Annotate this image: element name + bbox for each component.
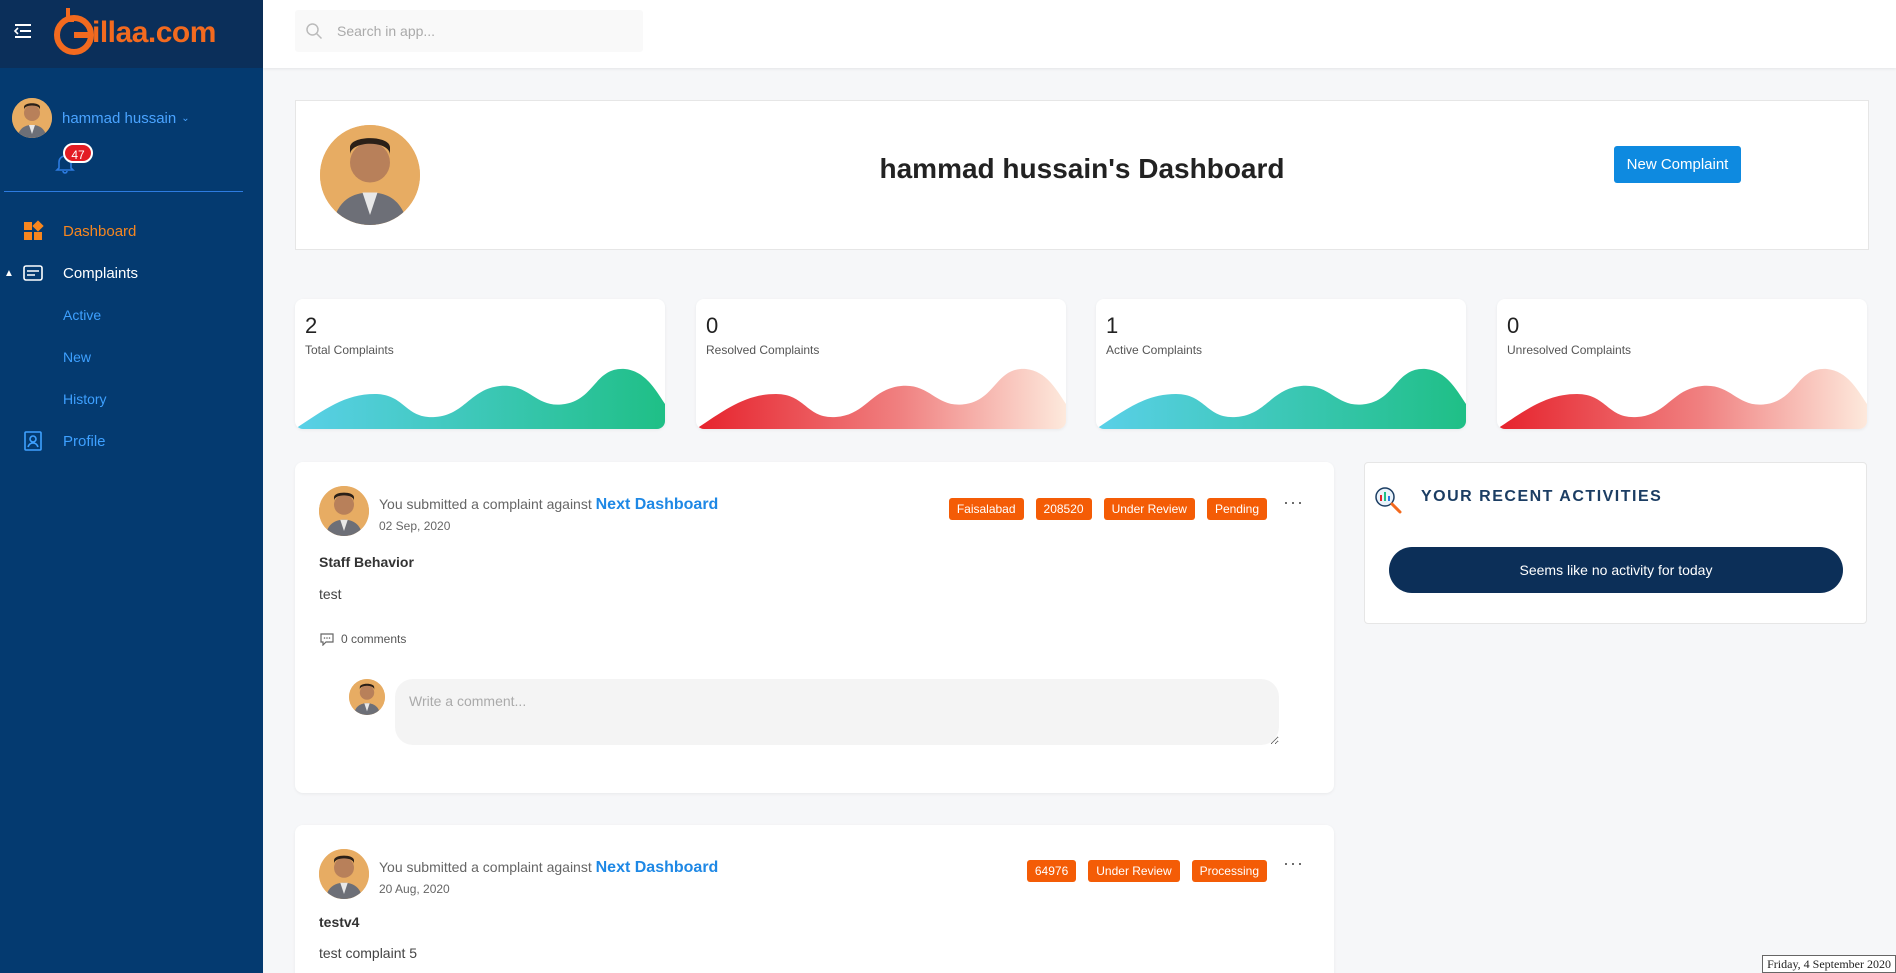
tag-city: Faisalabad <box>948 498 1024 520</box>
tag-review-status: Under Review <box>1103 498 1195 520</box>
chevron-down-icon: ⌄ <box>181 112 190 124</box>
sidebar-item-profile[interactable]: Profile <box>0 420 263 462</box>
sidebar-item-label: Dashboard <box>63 222 137 240</box>
tag-review-status: Under Review <box>1088 860 1180 882</box>
avatar <box>319 849 369 899</box>
complaint-card: You submitted a complaint against Next D… <box>295 462 1334 793</box>
complaints-icon <box>23 265 43 281</box>
search-box[interactable] <box>295 10 643 52</box>
stat-card-resolved: 0 Resolved Complaints <box>696 299 1066 429</box>
search-icon <box>306 23 323 40</box>
search-input[interactable] <box>337 23 627 39</box>
stat-wave-decoration <box>1497 368 1867 429</box>
stat-card-active: 1 Active Complaints <box>1096 299 1466 429</box>
profile-icon <box>24 431 42 451</box>
complaint-meta: You submitted a complaint against Next D… <box>379 859 718 877</box>
activities-title: YOUR RECENT ACTIVITIES <box>1421 488 1663 505</box>
comments-count[interactable]: 0 comments <box>319 632 406 646</box>
stat-wave-decoration <box>1096 368 1466 429</box>
sidebar-item-new[interactable]: New <box>0 336 263 378</box>
sidebar-item-complaints[interactable]: ▲ Complaints <box>0 252 263 294</box>
no-activity-message: Seems like no activity for today <box>1389 547 1843 593</box>
sidebar-item-label: Complaints <box>63 264 139 282</box>
complaint-date: 20 Aug, 2020 <box>379 882 450 896</box>
sidebar: illaa.com hammad hussain ⌄ 47 Dashboard … <box>0 0 263 973</box>
stat-wave-decoration <box>696 368 1066 429</box>
user-avatar <box>12 98 52 138</box>
avatar <box>319 486 369 536</box>
complaint-prefix: You submitted a complaint against <box>379 496 592 512</box>
complaint-subject: testv4 <box>319 914 360 930</box>
system-date: Friday, 4 September 2020 <box>1762 955 1896 973</box>
dashboard-icon <box>24 220 44 240</box>
activity-search-icon <box>1375 487 1402 514</box>
complaint-tags: Faisalabad 208520 Under Review Pending <box>948 498 1267 520</box>
comments-count-label: 0 comments <box>341 632 407 646</box>
stat-value: 0 <box>1507 313 1520 338</box>
sidebar-item-history[interactable]: History <box>0 378 263 420</box>
tag-status: Pending <box>1206 498 1267 520</box>
complaint-tags: 64976 Under Review Processing <box>1026 860 1267 882</box>
tag-id: 208520 <box>1035 498 1092 520</box>
logo-g-icon <box>54 8 94 55</box>
complaint-subject: Staff Behavior <box>319 554 414 570</box>
notification-badge: 47 <box>63 143 93 163</box>
new-complaint-button[interactable]: New Complaint <box>1614 146 1741 183</box>
sidebar-item-dashboard[interactable]: Dashboard <box>0 210 263 252</box>
sidebar-item-label: New <box>63 349 92 365</box>
sidebar-item-label: Profile <box>63 432 106 450</box>
chevron-up-icon: ▲ <box>4 267 14 279</box>
tag-id: 64976 <box>1026 860 1077 882</box>
tag-status: Processing <box>1191 860 1267 882</box>
complaint-target-link[interactable]: Next Dashboard <box>596 859 719 876</box>
sidebar-divider <box>4 191 243 192</box>
user-menu[interactable]: hammad hussain ⌄ <box>12 98 190 138</box>
more-options-icon[interactable]: ··· <box>1283 853 1304 874</box>
complaint-date: 02 Sep, 2020 <box>379 519 451 533</box>
complaint-prefix: You submitted a complaint against <box>379 859 592 875</box>
brand-logo[interactable]: illaa.com <box>52 2 216 64</box>
sidebar-item-label: History <box>63 391 107 407</box>
logo-text: illaa.com <box>92 16 216 49</box>
sidebar-header: illaa.com <box>0 0 263 68</box>
complaint-body: test <box>319 586 342 602</box>
more-options-icon[interactable]: ··· <box>1283 492 1304 513</box>
complaint-meta: You submitted a complaint against Next D… <box>379 496 718 514</box>
sidebar-item-active[interactable]: Active <box>0 294 263 336</box>
comment-avatar <box>349 679 385 715</box>
dashboard-header-card: hammad hussain's Dashboard New Complaint <box>295 100 1869 250</box>
topbar <box>263 0 1896 68</box>
stat-value: 0 <box>706 313 719 338</box>
comment-input[interactable] <box>395 679 1279 745</box>
sidebar-nav: Dashboard ▲ Complaints Active New Histor… <box>0 210 263 462</box>
menu-collapse-icon[interactable] <box>12 20 34 42</box>
recent-activities-card: YOUR RECENT ACTIVITIES Seems like no act… <box>1364 462 1867 624</box>
stat-value: 2 <box>305 313 318 338</box>
stat-value: 1 <box>1106 313 1119 338</box>
complaint-card: You submitted a complaint against Next D… <box>295 825 1334 973</box>
stat-wave-decoration <box>295 368 665 429</box>
complaint-target-link[interactable]: Next Dashboard <box>596 496 719 513</box>
stat-card-total: 2 Total Complaints <box>295 299 665 429</box>
user-name: hammad hussain <box>62 109 177 127</box>
complaint-body: test complaint 5 <box>319 945 418 961</box>
comment-icon <box>320 633 334 646</box>
sidebar-item-label: Active <box>63 307 102 323</box>
stat-card-unresolved: 0 Unresolved Complaints <box>1497 299 1867 429</box>
